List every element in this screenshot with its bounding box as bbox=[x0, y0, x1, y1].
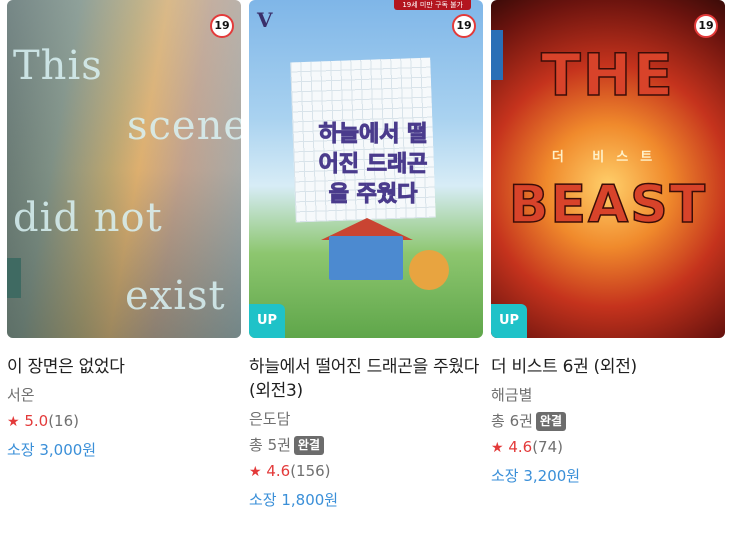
book-volumes: 총 6권 완결 bbox=[491, 410, 725, 432]
book-card-3[interactable]: THE 더 비스트 BEAST 19 UP 더 비스트 6권 (외전) 해금별 … bbox=[491, 0, 725, 487]
star-icon: ★ bbox=[249, 464, 262, 480]
book-cover[interactable]: THE 더 비스트 BEAST 19 UP bbox=[491, 0, 725, 338]
lion-illustration bbox=[409, 250, 449, 290]
book-volumes: 총 5권 완결 bbox=[249, 434, 483, 456]
rating-value: 4.6 bbox=[508, 438, 533, 456]
book-card-1[interactable]: This scene did not exist 19 이 장면은 없었다 서온… bbox=[7, 0, 241, 461]
age-19-badge: 19 bbox=[694, 14, 718, 38]
cover-title-line: THE bbox=[540, 40, 675, 110]
book-price: 소장 3,000원 bbox=[7, 441, 97, 459]
age-19-badge: 19 bbox=[452, 14, 476, 38]
volume-count: 총 6권 bbox=[491, 412, 533, 430]
book-rating: ★ 4.6(74) bbox=[491, 436, 725, 459]
book-title[interactable]: 이 장면은 없었다 bbox=[7, 355, 241, 379]
complete-badge: 완결 bbox=[293, 436, 325, 455]
book-price: 소장 1,800원 bbox=[249, 491, 339, 509]
book-author[interactable]: 은도담 bbox=[249, 408, 483, 430]
star-icon: ★ bbox=[7, 414, 20, 430]
cover-text-line: did not bbox=[13, 195, 163, 241]
rating-value: 4.6 bbox=[266, 462, 291, 480]
rating-value: 5.0 bbox=[24, 412, 49, 430]
cover-text-line: exist bbox=[125, 273, 226, 319]
publisher-logo: V bbox=[257, 8, 273, 32]
cover-title: 하늘에서 떨어진 드래곤을 주웠다 bbox=[318, 122, 428, 208]
publisher-tag bbox=[7, 258, 21, 298]
up-badge: UP bbox=[491, 304, 527, 338]
star-icon: ★ bbox=[491, 440, 504, 456]
cover-image: This scene did not exist bbox=[7, 0, 241, 338]
book-author[interactable]: 해금별 bbox=[491, 384, 725, 406]
book-author[interactable]: 서온 bbox=[7, 384, 241, 406]
age-restriction-strip: 19세 미만 구독 불가 bbox=[394, 0, 471, 10]
cover-subtitle: 더 비스트 bbox=[551, 150, 665, 165]
rating-count: (74) bbox=[532, 438, 563, 456]
cover-image: V 하늘에서 떨어진 드래곤을 주웠다 bbox=[249, 0, 483, 338]
book-price: 소장 3,200원 bbox=[491, 467, 581, 485]
volume-count: 총 5권 bbox=[249, 436, 291, 454]
book-cover[interactable]: V 하늘에서 떨어진 드래곤을 주웠다 19세 미만 구독 불가 19 UP bbox=[249, 0, 483, 338]
rating-count: (16) bbox=[48, 412, 79, 430]
cover-title-line: BEAST bbox=[508, 174, 708, 236]
publisher-tag bbox=[491, 30, 503, 80]
complete-badge: 완결 bbox=[535, 412, 567, 431]
book-title[interactable]: 하늘에서 떨어진 드래곤을 주웠다 (외전3) bbox=[249, 355, 483, 403]
cover-image: THE 더 비스트 BEAST bbox=[491, 0, 725, 338]
up-badge: UP bbox=[249, 304, 285, 338]
book-rating: ★ 4.6(156) bbox=[249, 460, 483, 483]
book-card-2[interactable]: V 하늘에서 떨어진 드래곤을 주웠다 19세 미만 구독 불가 19 UP 하… bbox=[249, 0, 483, 511]
book-cover[interactable]: This scene did not exist 19 bbox=[7, 0, 241, 338]
cover-text-line: This bbox=[13, 43, 103, 89]
book-rating: ★ 5.0(16) bbox=[7, 410, 241, 433]
age-19-badge: 19 bbox=[210, 14, 234, 38]
rating-count: (156) bbox=[290, 462, 331, 480]
cover-text-line: scene bbox=[127, 103, 241, 149]
book-title[interactable]: 더 비스트 6권 (외전) bbox=[491, 355, 725, 379]
